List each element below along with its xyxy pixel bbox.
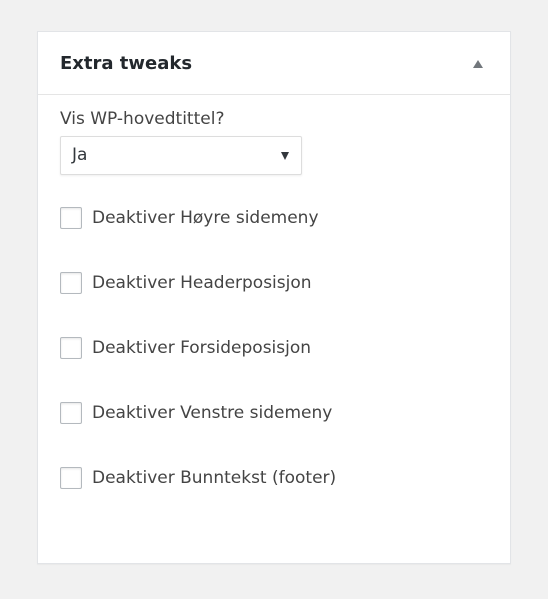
panel-body: Vis WP-hovedtittel? Ja Deaktiver Høyre s…	[38, 109, 510, 490]
main-title-label: Vis WP-hovedtittel?	[60, 109, 225, 129]
page: Extra tweaks Vis WP-hovedtittel? Ja Deak…	[0, 0, 548, 599]
extra-tweaks-panel: Extra tweaks Vis WP-hovedtittel? Ja Deak…	[37, 31, 511, 564]
checkbox-row-footer[interactable]: Deaktiver Bunntekst (footer)	[60, 466, 488, 490]
checkbox-footer[interactable]	[60, 467, 82, 489]
checkbox-label-right-menu: Deaktiver Høyre sidemeny	[92, 208, 319, 228]
panel-header[interactable]: Extra tweaks	[38, 32, 510, 95]
panel-title: Extra tweaks	[60, 52, 193, 74]
checkbox-label-left-menu: Deaktiver Venstre sidemeny	[92, 403, 333, 423]
checkbox-header-position[interactable]	[60, 272, 82, 294]
main-title-select-value: Ja	[72, 145, 88, 165]
checkbox-right-menu[interactable]	[60, 207, 82, 229]
checkbox-row-header-position[interactable]: Deaktiver Headerposisjon	[60, 271, 488, 295]
checkbox-left-menu[interactable]	[60, 402, 82, 424]
main-title-select[interactable]: Ja	[60, 136, 302, 175]
checkbox-label-footer: Deaktiver Bunntekst (footer)	[92, 468, 337, 488]
checkbox-row-left-menu[interactable]: Deaktiver Venstre sidemeny	[60, 401, 488, 425]
dropdown-arrow-icon	[281, 152, 289, 160]
checkbox-label-front-page-position: Deaktiver Forsideposisjon	[92, 338, 312, 358]
checkbox-list: Deaktiver Høyre sidemeny Deaktiver Heade…	[60, 206, 488, 490]
checkbox-row-right-menu[interactable]: Deaktiver Høyre sidemeny	[60, 206, 488, 230]
checkbox-front-page-position[interactable]	[60, 337, 82, 359]
checkbox-row-front-page-position[interactable]: Deaktiver Forsideposisjon	[60, 336, 488, 360]
collapse-triangle-icon[interactable]	[473, 60, 483, 68]
checkbox-label-header-position: Deaktiver Headerposisjon	[92, 273, 312, 293]
